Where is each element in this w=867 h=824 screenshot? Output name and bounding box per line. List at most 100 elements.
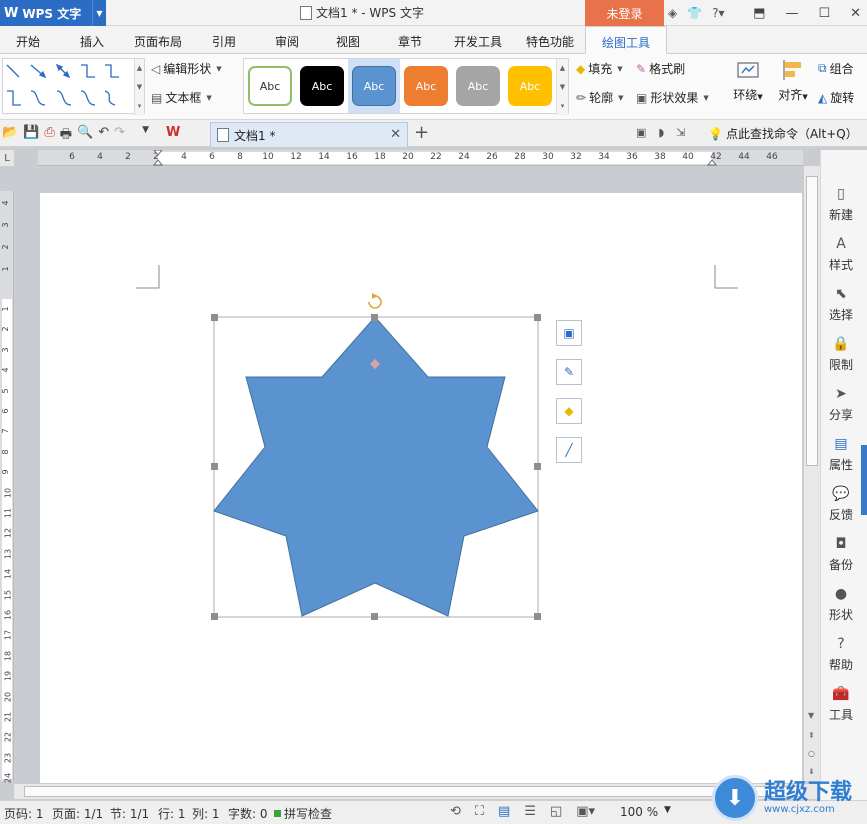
document-page[interactable]: ▣ ✎ ◆ ╱ <box>40 193 802 783</box>
outline-float-button[interactable]: ╱ <box>556 437 582 463</box>
edit-shape-label: 编辑形状 <box>163 62 212 76</box>
zoom-level[interactable]: 100 % <box>620 805 658 819</box>
layout-icon-1[interactable]: ▣ <box>636 126 646 139</box>
style-sample-blue[interactable]: Abc <box>352 66 396 106</box>
tab-special-features[interactable]: 特色功能 <box>526 33 574 50</box>
status-page-code[interactable]: 页码: 1 <box>4 805 44 822</box>
export-pdf-icon[interactable]: ⎙ <box>44 125 54 147</box>
status-word-count[interactable]: 字数: 0 <box>228 805 268 822</box>
skin-icon[interactable]: ◈ <box>668 6 677 20</box>
reading-view-icon[interactable]: ▣▾ <box>576 804 595 819</box>
style-sample-white[interactable]: Abc <box>248 66 292 106</box>
minimize-button[interactable]: — <box>785 6 798 21</box>
wrap-button[interactable]: 环绕▼ <box>728 60 768 116</box>
right-indent-marker[interactable] <box>706 150 718 166</box>
find-command-box[interactable]: 💡 点此查找命令（Alt+Q） <box>708 125 858 142</box>
tab-drawing-tools[interactable]: 绘图工具 <box>585 26 668 54</box>
style-sample-gray[interactable]: Abc <box>456 66 500 106</box>
open-folder-icon[interactable]: 📂 <box>2 125 18 147</box>
pane-new[interactable]: ▯ 新建 <box>821 186 861 223</box>
pane-shapes[interactable]: ● 形状 <box>821 586 861 623</box>
outline-button[interactable]: ✏ 轮廓 ▼ <box>576 89 623 106</box>
spell-check-toggle[interactable]: 拼写检查 <box>274 805 332 822</box>
print-preview-icon[interactable]: 🔍 <box>77 125 93 147</box>
shape-gallery-scroll[interactable]: ▲ ▼ ▾ <box>134 59 144 115</box>
chevron-down-icon[interactable]: ▼ <box>92 0 106 26</box>
format-painter-button[interactable]: ✎ 格式刷 <box>636 60 685 77</box>
pane-styles[interactable]: A 样式 <box>821 236 861 273</box>
page-view-icon[interactable]: ▤ <box>498 804 510 819</box>
vertical-scroll-thumb[interactable] <box>806 176 818 466</box>
tab-references[interactable]: 引用 <box>212 33 236 50</box>
pane-restrict[interactable]: 🔒 限制 <box>821 336 861 373</box>
style-sample-gold[interactable]: Abc <box>508 66 552 106</box>
shirt-icon[interactable]: 👕 <box>687 6 702 20</box>
status-page[interactable]: 页面: 1/1 <box>52 805 103 822</box>
style-sample-black[interactable]: Abc <box>300 66 344 106</box>
layout-icon-2[interactable]: ◗ <box>658 126 664 139</box>
left-indent-marker[interactable] <box>152 150 164 166</box>
history-icon[interactable]: ⟲ <box>450 804 461 819</box>
vertical-scrollbar[interactable]: ▼ ⇞ ○ ⇟ <box>803 166 820 781</box>
document-tab[interactable]: 文档1 * ✕ <box>210 122 408 147</box>
tab-home[interactable]: 开始 <box>16 33 40 50</box>
style-sample-orange[interactable]: Abc <box>404 66 448 106</box>
pane-select[interactable]: ⬉ 选择 <box>821 286 861 323</box>
layout-icon-3[interactable]: ⇲ <box>676 126 685 139</box>
pane-help[interactable]: ? 帮助 <box>821 636 861 673</box>
pane-backup[interactable]: ◘ 备份 <box>821 536 861 573</box>
restore-ribbon-icon[interactable]: ⬒ <box>753 6 765 21</box>
pane-share[interactable]: ➤ 分享 <box>821 386 861 423</box>
status-section[interactable]: 节: 1/1 <box>110 805 149 822</box>
wps-brand-icon[interactable]: W <box>166 125 180 147</box>
horizontal-scroll-thumb[interactable] <box>24 786 804 797</box>
prev-page-icon[interactable]: ⇞ <box>808 731 815 740</box>
new-tab-icon[interactable]: + <box>414 122 429 143</box>
vertical-ruler[interactable]: 4 3 2 1 1 2 3 4 5 6 7 8 9 10 11 12 13 14 15 16 17 18 19 20 21 22 2… <box>0 191 14 783</box>
close-tab-icon[interactable]: ✕ <box>390 127 401 142</box>
rotate-handle[interactable] <box>368 293 382 309</box>
outline-view-icon[interactable]: ☰ <box>524 804 536 819</box>
horizontal-scrollbar[interactable] <box>14 783 820 799</box>
app-menu-button[interactable]: W WPS 文字 ▼ <box>0 0 106 26</box>
chevron-down-icon[interactable]: ▼ <box>142 125 149 147</box>
pane-feedback[interactable]: 💬 反馈 <box>821 486 861 523</box>
ruler-corner[interactable]: L <box>0 150 14 166</box>
print-icon[interactable]: 🖶 <box>60 125 72 147</box>
fill-float-button[interactable]: ◆ <box>556 398 582 424</box>
close-button[interactable]: ✕ <box>850 6 861 21</box>
tab-developer[interactable]: 开发工具 <box>454 33 502 50</box>
edit-shape-float-button[interactable]: ✎ <box>556 359 582 385</box>
fill-button[interactable]: ◆ 填充 ▼ <box>576 60 623 77</box>
group-button[interactable]: ⧉ 组合 <box>818 60 854 77</box>
save-icon[interactable]: 💾 <box>23 125 39 147</box>
tab-section[interactable]: 章节 <box>398 33 422 50</box>
edit-shape-button[interactable]: ◁ 编辑形状 ▼ <box>151 60 222 77</box>
full-screen-icon[interactable]: ⛶ <box>475 804 484 819</box>
help-icon[interactable]: ?▾ <box>712 6 724 20</box>
connector-shapes-icon[interactable] <box>3 59 133 115</box>
login-button[interactable]: 未登录 <box>585 0 664 26</box>
tab-view[interactable]: 视图 <box>336 33 360 50</box>
horizontal-ruler[interactable]: 6 4 2 2 4 6 8 10 12 14 16 18 20 22 24 26 28 30 32 34 36 38 40 4… <box>38 150 803 166</box>
maximize-button[interactable]: ☐ <box>818 6 830 21</box>
redo-icon[interactable]: ↷ <box>114 125 125 147</box>
style-gallery-scroll[interactable]: ▲ ▼ ▾ <box>556 59 568 115</box>
seven-point-star-shape[interactable] <box>200 293 560 633</box>
scroll-down-arrow-icon[interactable]: ▼ <box>808 711 814 720</box>
rotate-button[interactable]: ◭ 旋转 <box>818 89 854 106</box>
tab-review[interactable]: 审阅 <box>275 33 299 50</box>
layout-options-button[interactable]: ▣ <box>556 320 582 346</box>
pane-properties[interactable]: ▤ 属性 <box>821 436 861 473</box>
shape-effects-button[interactable]: ▣ 形状效果 ▼ <box>636 89 709 106</box>
tab-insert[interactable]: 插入 <box>80 33 104 50</box>
web-view-icon[interactable]: ◱ <box>550 804 562 819</box>
pane-collapse-handle[interactable] <box>861 445 867 515</box>
undo-icon[interactable]: ↶ <box>98 125 109 147</box>
tab-page-layout[interactable]: 页面布局 <box>134 33 182 50</box>
text-box-button[interactable]: ▤ 文本框 ▼ <box>151 89 212 106</box>
pane-tools[interactable]: 🧰 工具 <box>821 686 861 723</box>
align-button[interactable]: 对齐▼ <box>773 60 813 116</box>
select-browse-object-icon[interactable]: ○ <box>808 749 815 758</box>
zoom-dropdown-icon[interactable]: ▼ <box>664 805 671 815</box>
